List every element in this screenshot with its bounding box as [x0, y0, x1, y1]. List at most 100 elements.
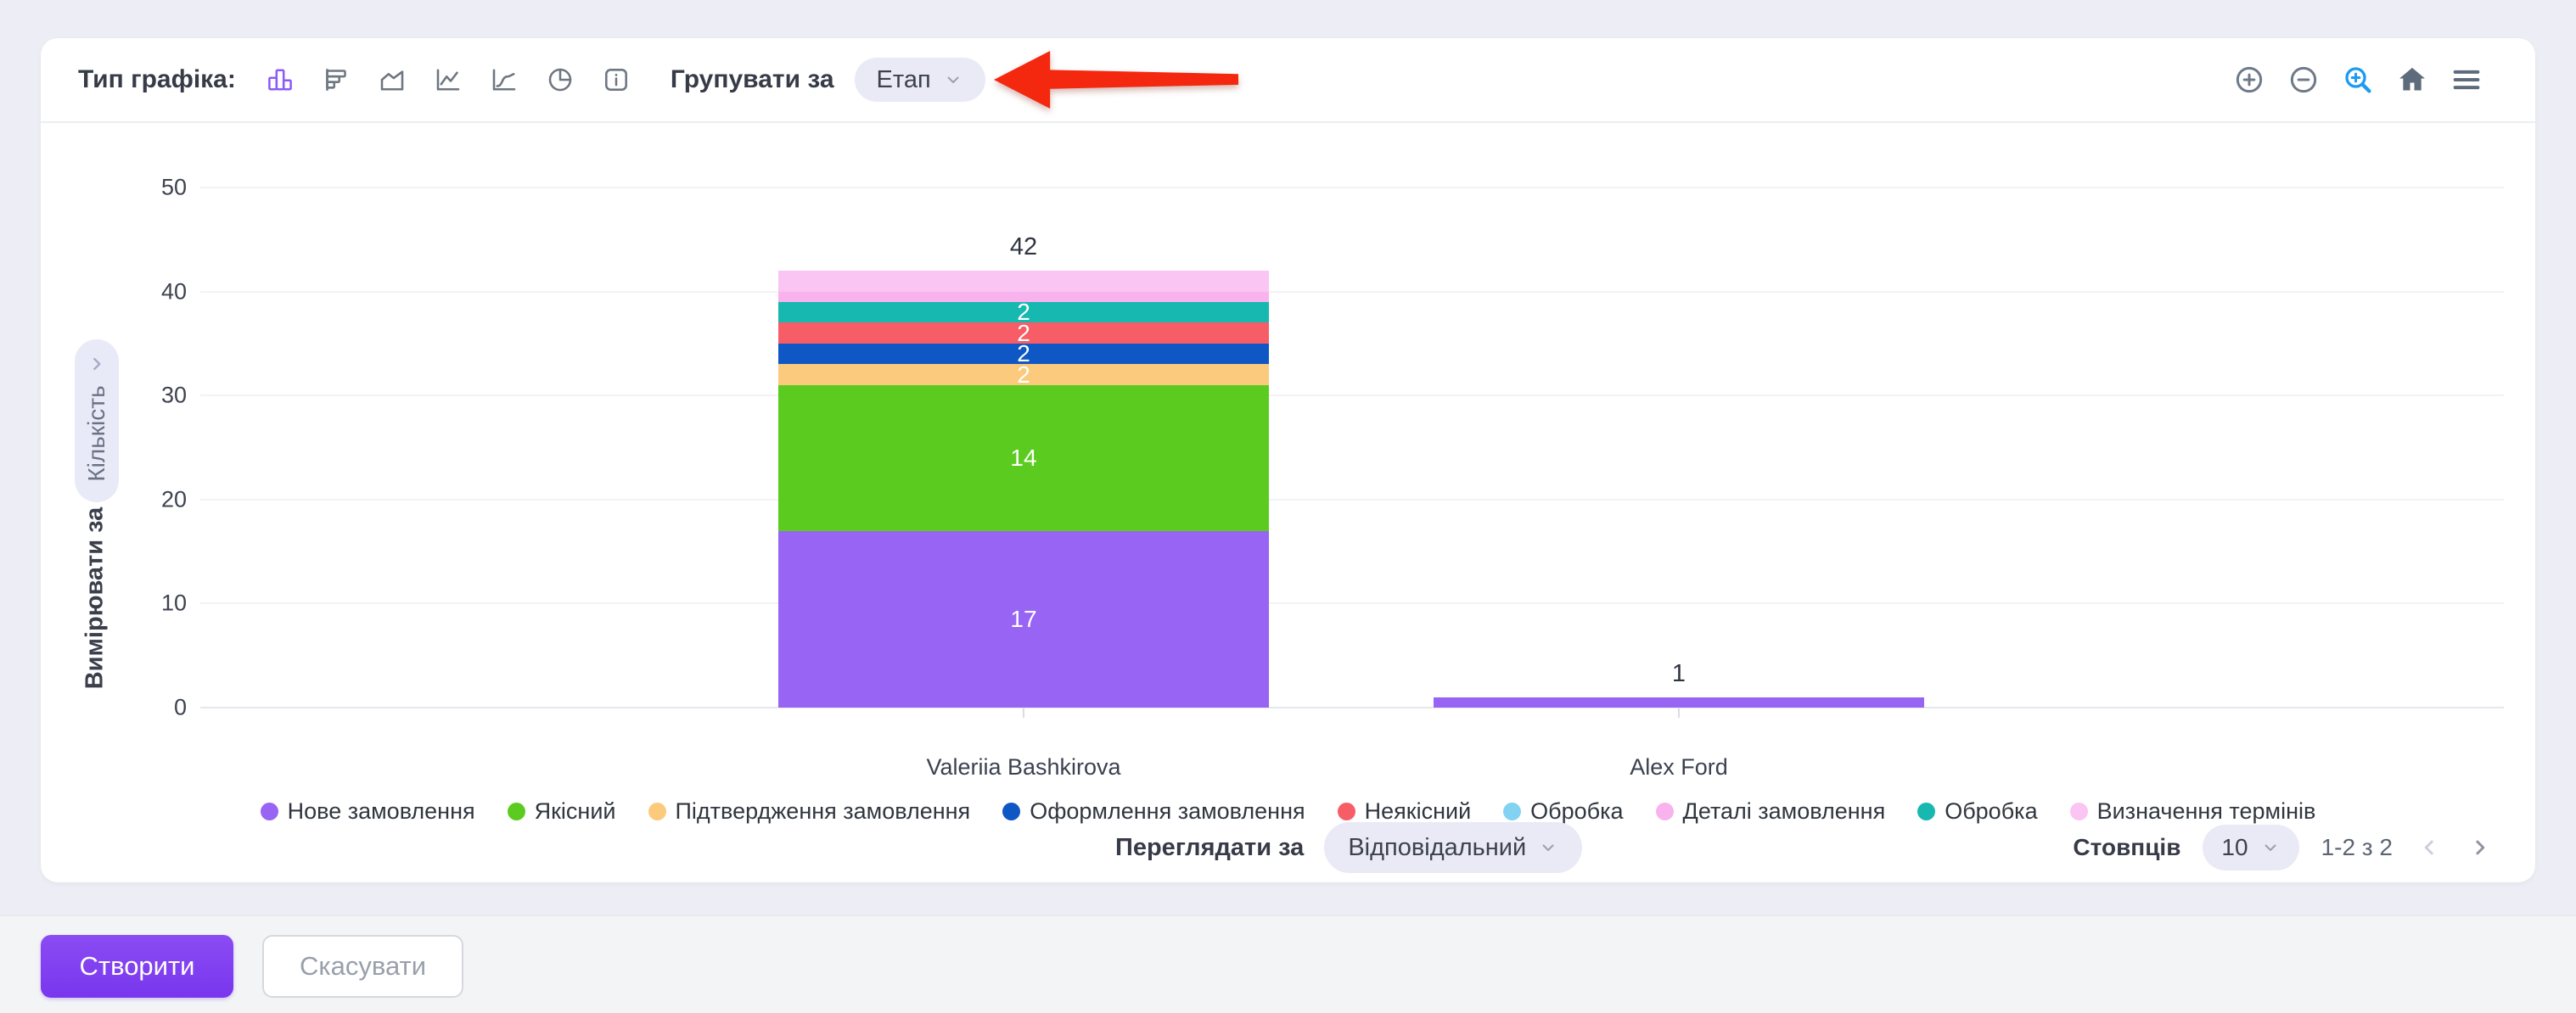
- bar-segment-value: 14: [1010, 446, 1036, 470]
- legend-item[interactable]: Неякісний: [1338, 798, 1472, 825]
- metric-pill-label: Кількість: [83, 386, 110, 482]
- legend-label: Обробка: [1530, 798, 1623, 825]
- area-chart-icon[interactable]: [375, 63, 409, 97]
- y-tick-label: 30: [115, 383, 187, 409]
- zoom-in-icon[interactable]: [2231, 62, 2267, 98]
- chevron-down-icon: [943, 70, 963, 90]
- legend-item[interactable]: Підтвердження замовлення: [648, 798, 971, 825]
- y-gridline: [200, 395, 2504, 396]
- chart-type-label: Тип графіка:: [78, 65, 236, 94]
- x-category-label: Alex Ford: [1382, 754, 1976, 781]
- bar-total-label: 42: [778, 233, 1269, 262]
- bar-segment-value: 2: [1017, 300, 1030, 324]
- columns-count-value: 10: [2221, 834, 2248, 861]
- pagination-next-button[interactable]: [2466, 833, 2495, 862]
- y-gridline: [200, 499, 2504, 501]
- legend-item[interactable]: Обробка: [1503, 798, 1623, 825]
- bar-segment[interactable]: 14: [778, 385, 1269, 531]
- legend-item[interactable]: Якісний: [508, 798, 616, 825]
- measure-metric-pill[interactable]: Кількість: [75, 339, 119, 502]
- cancel-button[interactable]: Скасувати: [262, 935, 463, 998]
- kpi-card-icon[interactable]: [599, 63, 633, 97]
- chevron-right-icon: [2467, 835, 2493, 860]
- legend-label: Визначення термінів: [2097, 798, 2316, 825]
- view-by-value: Відповідальний: [1348, 834, 1526, 862]
- bar-segment[interactable]: 2: [778, 322, 1269, 344]
- create-button[interactable]: Створити: [41, 935, 233, 998]
- legend-dot-icon: [1338, 803, 1355, 820]
- view-by-label: Переглядати за: [1115, 834, 1304, 862]
- bar-segment[interactable]: [1434, 697, 1924, 708]
- chart-card: Тип графіка: Групувати за Етап Кількість…: [41, 38, 2535, 882]
- y-gridline: [200, 187, 2504, 188]
- legend-dot-icon: [1656, 803, 1674, 820]
- legend-item[interactable]: Нове замовлення: [261, 798, 475, 825]
- box-zoom-icon[interactable]: [2340, 62, 2376, 98]
- pie-chart-icon[interactable]: [543, 63, 577, 97]
- legend-item[interactable]: Деталі замовлення: [1656, 798, 1886, 825]
- bar-segment[interactable]: 2: [778, 344, 1269, 365]
- bar-segment[interactable]: 17: [778, 531, 1269, 708]
- view-by-select[interactable]: Відповідальний: [1324, 822, 1582, 873]
- line-chart-icon[interactable]: [431, 63, 465, 97]
- columns-pager: Стовпців 10 1-2 з 2: [2073, 822, 2495, 873]
- form-action-bar: Створити Скасувати: [0, 915, 2576, 1013]
- chart-plot-area: Кількість Вимірювати за Нове замовлення Я…: [41, 123, 2535, 882]
- pagination-prev-button[interactable]: [2415, 833, 2444, 862]
- columns-count-select[interactable]: 10: [2203, 825, 2298, 870]
- legend-dot-icon: [1002, 803, 1020, 820]
- group-by-value: Етап: [877, 66, 931, 94]
- chart-type-switcher: [263, 63, 633, 97]
- legend-item[interactable]: Обробка: [1917, 798, 2037, 825]
- bar-segment-value: 17: [1010, 607, 1036, 631]
- bar-segment[interactable]: 2: [778, 364, 1269, 385]
- legend-dot-icon: [508, 803, 525, 820]
- chevron-left-icon: [2416, 835, 2442, 860]
- chevron-right-icon: [86, 353, 108, 375]
- y-gridline: [200, 291, 2504, 293]
- y-tick-label: 0: [115, 695, 187, 721]
- view-by-group: Переглядати за Відповідальний: [1115, 822, 1582, 873]
- x-category-label: Valeriia Bashkirova: [727, 754, 1321, 781]
- chevron-down-icon: [1538, 837, 1558, 858]
- group-by-label: Групувати за: [671, 65, 834, 94]
- legend-item[interactable]: Оформлення замовлення: [1002, 798, 1305, 825]
- legend-item[interactable]: Визначення термінів: [2070, 798, 2316, 825]
- legend-label: Неякісний: [1365, 798, 1472, 825]
- plot-modebar: [2231, 62, 2484, 98]
- column-chart-icon[interactable]: [263, 63, 297, 97]
- zoom-out-icon[interactable]: [2286, 62, 2321, 98]
- legend-dot-icon: [648, 803, 666, 820]
- chart-footer-controls: Переглядати за Відповідальний Стовпців 1…: [41, 822, 2535, 873]
- horizontal-bar-chart-icon[interactable]: [319, 63, 353, 97]
- measure-by-label: Вимірювати за: [81, 507, 109, 690]
- chevron-down-icon: [2260, 837, 2281, 858]
- x-tick: [1678, 708, 1680, 718]
- legend-label: Обробка: [1945, 798, 2037, 825]
- home-icon[interactable]: [2394, 62, 2430, 98]
- bar-total-label: 1: [1434, 660, 1924, 689]
- y-tick-label: 20: [115, 486, 187, 512]
- legend-dot-icon: [261, 803, 278, 820]
- annotation-arrow-icon: [992, 49, 1240, 110]
- spline-chart-icon[interactable]: [487, 63, 521, 97]
- legend-label: Підтвердження замовлення: [676, 798, 971, 825]
- legend-dot-icon: [2070, 803, 2088, 820]
- group-by-select[interactable]: Етап: [855, 58, 985, 102]
- legend-label: Оформлення замовлення: [1030, 798, 1305, 825]
- bar-segment[interactable]: 2: [778, 302, 1269, 323]
- bar-segment[interactable]: [778, 292, 1269, 302]
- legend-dot-icon: [1917, 803, 1935, 820]
- y-tick-label: 40: [115, 278, 187, 305]
- y-gridline: [200, 602, 2504, 604]
- x-tick: [1023, 708, 1024, 718]
- y-tick-label: 50: [115, 175, 187, 201]
- bar-segment[interactable]: [778, 271, 1269, 292]
- pagination-range: 1-2 з 2: [2321, 834, 2393, 861]
- legend-label: Нове замовлення: [288, 798, 475, 825]
- legend-dot-icon: [1503, 803, 1521, 820]
- chart-legend: Нове замовлення Якісний Підтвердження замо…: [41, 797, 2535, 826]
- menu-icon[interactable]: [2449, 62, 2484, 98]
- y-gridline: [200, 707, 2504, 708]
- y-tick-label: 10: [115, 590, 187, 617]
